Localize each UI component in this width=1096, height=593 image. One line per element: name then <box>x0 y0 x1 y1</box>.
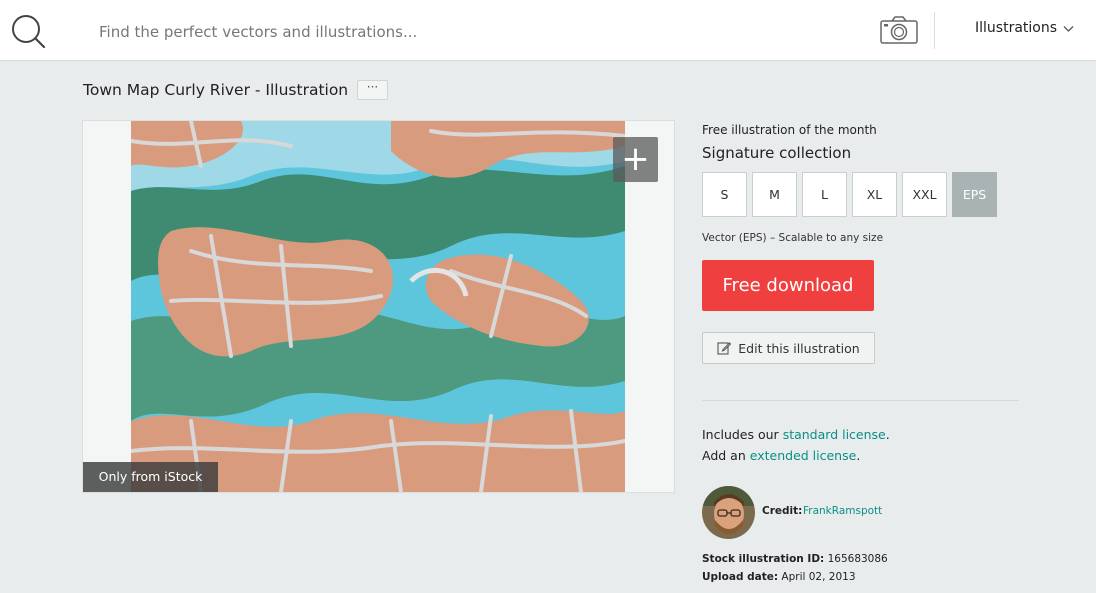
search-input[interactable] <box>92 16 652 48</box>
upload-date-line: Upload date: April 02, 2013 <box>702 571 856 583</box>
edit-label: Edit this illustration <box>738 340 860 356</box>
license-line: Includes our standard license. <box>702 427 890 442</box>
extended-license-link[interactable]: extended license <box>750 448 857 463</box>
extended-prefix: Add an <box>702 448 746 463</box>
edit-icon <box>717 342 732 355</box>
category-label: Illustrations <box>975 20 1058 36</box>
header-divider <box>934 12 935 49</box>
edit-illustration-button[interactable]: Edit this illustration <box>702 332 875 364</box>
stock-id-value: 165683086 <box>827 553 888 565</box>
exclusive-badge: Only from iStock <box>83 462 218 492</box>
avatar[interactable] <box>702 486 755 539</box>
license-suffix: . <box>885 427 890 442</box>
more-options-button[interactable]: ··· <box>357 80 388 100</box>
category-dropdown[interactable]: Illustrations <box>975 20 1074 36</box>
size-option-m[interactable]: M <box>752 172 797 217</box>
size-option-eps[interactable]: EPS <box>952 172 997 217</box>
size-option-xl[interactable]: XL <box>852 172 897 217</box>
promo-label: Free illustration of the month <box>702 123 877 137</box>
camera-icon[interactable] <box>880 15 918 45</box>
format-note: Vector (EPS) – Scalable to any size <box>702 232 884 244</box>
chevron-down-icon <box>1063 25 1074 32</box>
page-title: Town Map Curly River - Illustration <box>83 81 349 99</box>
license-prefix: Includes our <box>702 427 779 442</box>
credit-label: Credit: <box>762 505 803 517</box>
map-illustration[interactable] <box>131 121 625 492</box>
collection-name: Signature collection <box>702 144 852 162</box>
size-option-s[interactable]: S <box>702 172 747 217</box>
upload-date-value: April 02, 2013 <box>781 571 856 583</box>
search-icon[interactable] <box>10 13 46 49</box>
zoom-button[interactable]: + <box>613 137 658 182</box>
extended-license-line: Add an extended license. <box>702 448 860 463</box>
size-option-l[interactable]: L <box>802 172 847 217</box>
stock-id-label: Stock illustration ID: <box>702 553 825 565</box>
credit-link[interactable]: FrankRamspott <box>803 505 882 517</box>
panel-divider <box>702 400 1019 401</box>
free-download-button[interactable]: Free download <box>702 260 874 311</box>
standard-license-link[interactable]: standard license <box>783 427 886 442</box>
stock-id-line: Stock illustration ID: 165683086 <box>702 553 888 565</box>
upload-date-label: Upload date: <box>702 571 779 583</box>
image-preview: + Only from iStock <box>82 120 675 493</box>
size-options: S M L XL XXL EPS <box>702 172 997 217</box>
size-option-xxl[interactable]: XXL <box>902 172 947 217</box>
extended-suffix: . <box>856 448 861 463</box>
top-bar: Illustrations <box>0 0 1096 61</box>
